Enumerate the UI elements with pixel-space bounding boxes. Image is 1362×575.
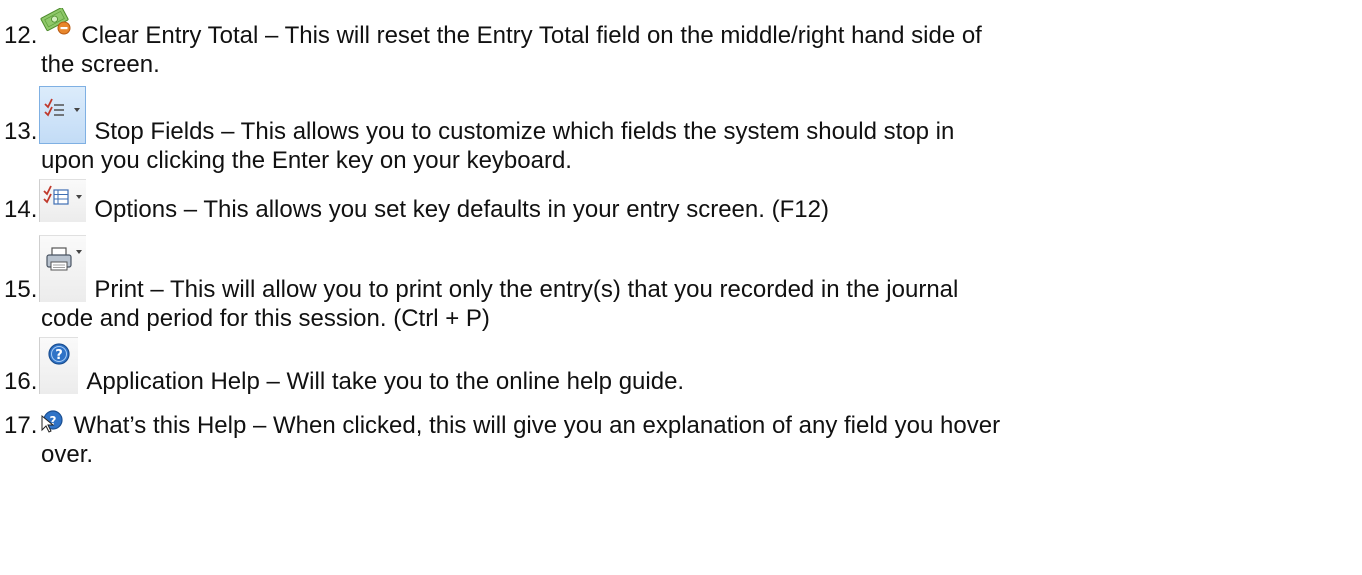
svg-text:?: ?: [56, 348, 64, 363]
options-icon: [39, 179, 87, 222]
item-description: Options – This allows you set key defaul…: [94, 196, 829, 223]
list-item-clear-entry-total: 12. Clear Entry Total – This will reset …: [4, 0, 1354, 82]
item-description: Stop Fields – This allows you to customi…: [94, 118, 955, 145]
item-number: 12.: [4, 22, 38, 49]
item-description-continued: code and period for this session. (Ctrl …: [41, 305, 490, 332]
item-description: Application Help – Will take you to the …: [86, 368, 685, 395]
print-icon: [39, 235, 87, 302]
help-icon: ?: [39, 337, 79, 394]
item-description-continued: the screen.: [41, 51, 160, 78]
item-number: 17.: [4, 412, 38, 439]
item-number: 15.: [4, 276, 38, 303]
item-description-continued: over.: [41, 441, 94, 468]
list-item-print: 15. Print – This will allow you to print…: [4, 228, 1354, 336]
list-item-whats-this-help: 17. ? What’s this Help – When clicked, t…: [4, 398, 1354, 472]
svg-text:?: ?: [50, 414, 57, 428]
whats-this-help-icon: ?: [39, 406, 65, 438]
item-description: Print – This will allow you to print onl…: [94, 276, 959, 303]
item-number: 16.: [4, 368, 38, 395]
clear-total-money-icon: [39, 7, 73, 48]
item-description: What’s this Help – When clicked, this wi…: [73, 412, 1001, 439]
list-item-options: 14. Options – This allows you set key de…: [4, 178, 1354, 222]
item-description-continued: upon you clicking the Enter key on your …: [41, 147, 572, 174]
item-description: Clear Entry Total – This will reset the …: [81, 22, 982, 49]
stop-fields-icon: [39, 86, 87, 144]
list-item-application-help: 16. ? Application Help – Will take you t…: [4, 336, 1354, 394]
list-item-stop-fields: 13. Stop Fields – This allows you to cus…: [4, 84, 1354, 178]
item-number: 13.: [4, 118, 38, 145]
item-number: 14.: [4, 196, 38, 223]
